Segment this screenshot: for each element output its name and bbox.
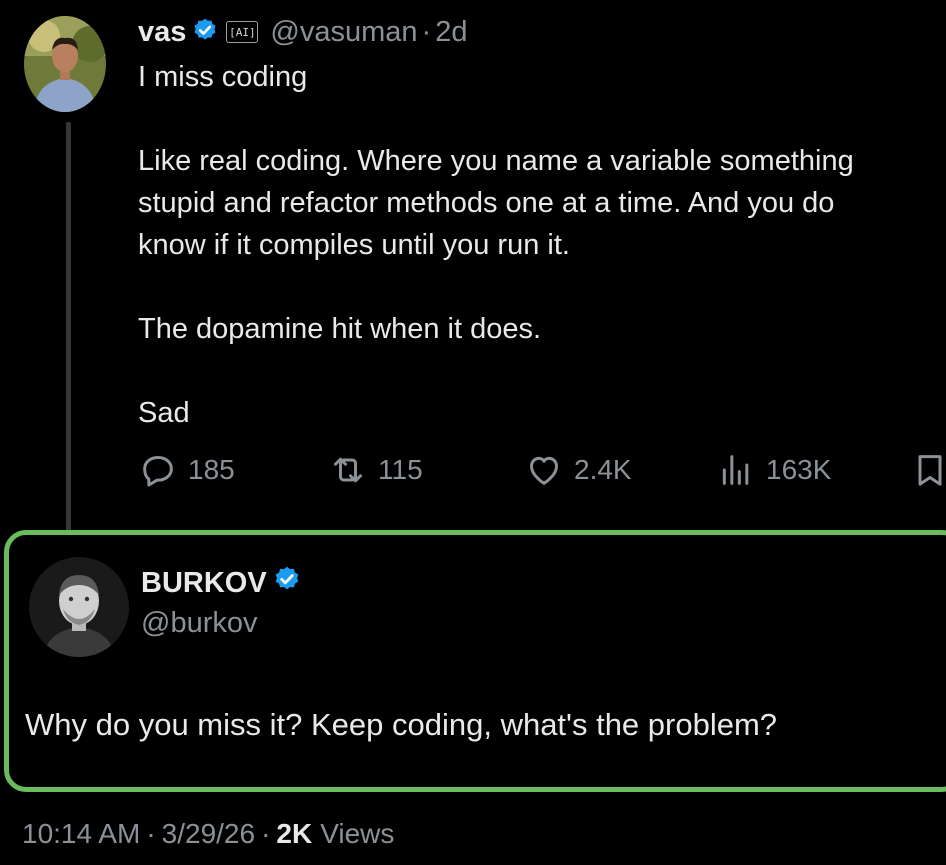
tweet-line: The dopamine hit when it does. xyxy=(138,313,542,345)
separator-dot: · xyxy=(261,818,271,849)
tweet-line: know if it compiles until you run it. xyxy=(138,229,570,261)
tweet-meta: 10:14 AM · 3/29/26 · 2K Views xyxy=(22,818,394,850)
tweet-time[interactable]: 2d xyxy=(435,16,467,49)
tweet-line: I miss coding xyxy=(138,61,308,93)
bookmark-icon xyxy=(918,455,942,486)
avatar-burkov[interactable] xyxy=(29,557,129,657)
like-count: 2.4K xyxy=(574,454,632,485)
thread-line xyxy=(66,122,71,532)
author-name-vas[interactable]: vas xyxy=(138,16,186,49)
repost-icon xyxy=(334,457,362,483)
author-name-burkov[interactable]: BURKOV xyxy=(141,567,267,600)
views-icon xyxy=(722,455,749,485)
reply-author-row: BURKOV xyxy=(141,565,301,601)
tweet-text: I miss coding Like real coding. Where yo… xyxy=(138,56,946,434)
tweet-line: stupid and refactor methods one at a tim… xyxy=(138,187,835,219)
tweet-line: Like real coding. Where you name a varia… xyxy=(138,145,854,177)
post-date[interactable]: 3/29/26 xyxy=(162,818,255,850)
repost-button[interactable]: 115 xyxy=(328,448,423,492)
highlighted-reply: BURKOV @burkov Why do you miss it? Keep … xyxy=(4,530,946,792)
like-icon xyxy=(530,456,558,485)
verified-badge-icon xyxy=(273,565,301,601)
views-total: 2K xyxy=(276,818,313,849)
avatar-vas-photo xyxy=(24,16,106,112)
like-button[interactable]: 2.4K xyxy=(524,448,632,492)
views-label: Views xyxy=(320,818,395,849)
reply-count: 185 xyxy=(188,454,235,485)
views-count: 163K xyxy=(766,454,832,485)
separator-dot: · xyxy=(146,818,156,849)
avatar-burkov-photo xyxy=(29,557,129,657)
post-time[interactable]: 10:14 AM xyxy=(22,818,140,850)
reply-button[interactable]: 185 xyxy=(138,448,235,492)
reply-text: Why do you miss it? Keep coding, what's … xyxy=(25,707,778,742)
ai-badge: [AI] xyxy=(226,21,259,43)
reply-icon xyxy=(143,456,173,487)
tweet-line: Sad xyxy=(138,397,190,429)
avatar-vas[interactable] xyxy=(24,16,106,112)
repost-count: 115 xyxy=(378,454,423,485)
separator-dot: · xyxy=(421,15,432,48)
tweet-actions: 185 115 2.4K 163K xyxy=(138,448,946,492)
author-handle-vas[interactable]: @vasuman xyxy=(270,16,417,49)
views-button[interactable]: 163K xyxy=(716,448,831,492)
author-handle-burkov[interactable]: @burkov xyxy=(141,607,257,640)
bookmark-button[interactable] xyxy=(910,448,946,492)
verified-badge-icon xyxy=(192,17,218,48)
tweet-header: vas [AI] @vasuman · 2d xyxy=(138,14,467,50)
